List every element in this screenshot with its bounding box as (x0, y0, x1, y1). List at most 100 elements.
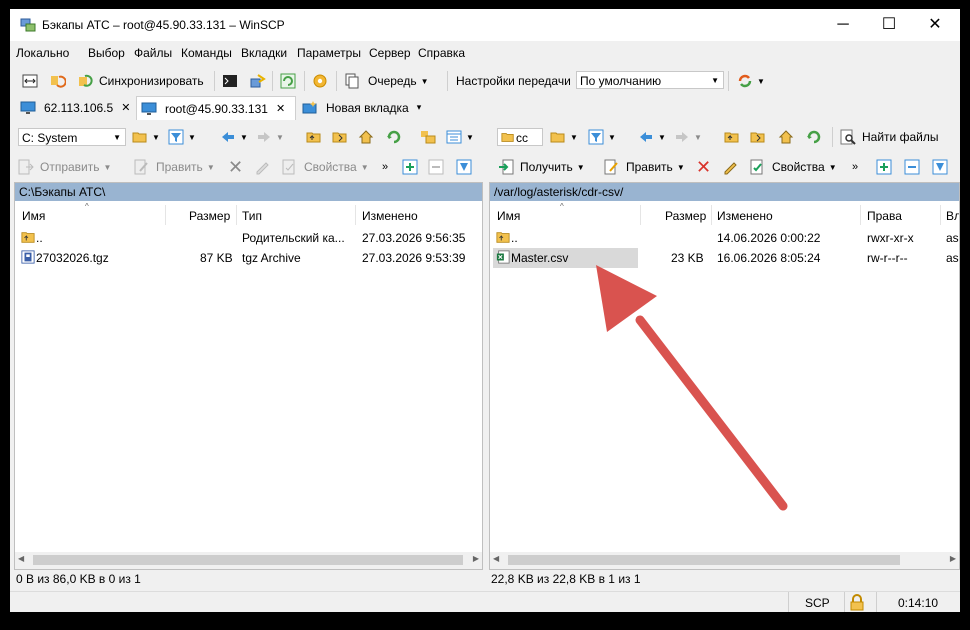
toolbar-separator (304, 71, 305, 91)
scroll-thumb[interactable] (508, 555, 900, 565)
right-selection-status: 22,8 KB из 22,8 KB в 1 из 1 (491, 572, 641, 586)
transfer-preset-select[interactable]: По умолчанию ▼ (576, 71, 724, 89)
delete-icon: ✕ (696, 156, 712, 177)
toolbar-separator (336, 71, 337, 91)
right-open-dir-button[interactable]: ▼ (550, 126, 578, 148)
tab-label: root@45.90.33.131 (165, 101, 268, 116)
right-horizontal-scrollbar[interactable]: ◀ ▶ (490, 552, 959, 569)
file-owner: as (946, 251, 959, 265)
more-icon: » (852, 161, 859, 173)
maximize-button[interactable]: ☐ (866, 9, 912, 41)
col-header-size[interactable]: Размер (665, 209, 706, 223)
right-filter-select-button[interactable] (932, 156, 948, 178)
file-owner: as (946, 231, 959, 245)
col-header-type[interactable]: Тип (242, 209, 262, 223)
close-button[interactable]: ✕ (912, 9, 958, 41)
right-back-button[interactable]: ▼ (638, 126, 666, 148)
menu-local[interactable]: Локально (16, 46, 69, 60)
col-header-modified[interactable]: Изменено (362, 209, 418, 223)
monitor-icon (20, 101, 36, 114)
chevron-down-icon: ▼ (576, 162, 585, 172)
menu-commands[interactable]: Команды (181, 46, 232, 60)
properties-icon (750, 159, 763, 175)
sync-browse-button[interactable] (50, 70, 66, 92)
find-files-icon (840, 129, 856, 145)
file-modified: 14.06.2026 0:00:22 (717, 231, 821, 245)
file-modified: 27.03.2026 9:53:39 (362, 251, 466, 265)
right-forward-button[interactable]: ▼ (674, 126, 702, 148)
menu-server[interactable]: Сервер (369, 46, 411, 60)
status-divider (844, 592, 845, 612)
file-size: 23 KB (671, 251, 704, 265)
synchronize-button[interactable]: Синхронизировать (78, 70, 204, 92)
col-header-name[interactable]: Имя (497, 209, 520, 223)
table-row[interactable]: Master.csv 23 KB 16.06.2026 8:05:24 rw-r… (490, 248, 959, 268)
putty-button[interactable] (250, 70, 266, 92)
file-type: tgz Archive (242, 251, 301, 265)
col-header-size[interactable]: Размер (189, 209, 230, 223)
protocol-indicator: SCP (805, 596, 830, 610)
chevron-down-icon: ▼ (757, 76, 765, 86)
transfer-options-button[interactable]: ▼ (737, 70, 765, 92)
folder-open-icon (550, 132, 565, 143)
menu-tabs[interactable]: Вкладки (241, 46, 287, 60)
queue-button[interactable]: Очередь ▼ (344, 70, 429, 92)
right-refresh-button[interactable] (806, 126, 822, 148)
close-tab-icon[interactable]: ✕ (276, 102, 285, 115)
table-row[interactable]: .. Родительский ка... 27.03.2026 9:56:35 (15, 228, 482, 248)
scroll-right-icon: ▶ (472, 554, 479, 563)
right-edit-button[interactable]: Править ▼ (604, 156, 685, 178)
right-toolbar-more[interactable]: » (852, 156, 858, 178)
left-path-bar[interactable]: C:\Бэкапы АТС\ (15, 183, 482, 201)
find-files-label: Найти файлы (862, 130, 939, 144)
right-action-toolbar: Получить ▼ Править ▼ ✕ Свойства ▼ » (10, 156, 960, 178)
right-delete-button[interactable]: ✕ (696, 156, 711, 178)
tab-new[interactable]: Новая вкладка ▾ (298, 96, 432, 119)
close-tab-icon[interactable]: ✕ (121, 101, 130, 114)
col-header-owner[interactable]: Вл (946, 209, 959, 223)
filter-icon (932, 159, 948, 175)
tab-session-62[interactable]: 62.113.106.5 ✕ (16, 96, 134, 119)
column-divider (640, 205, 641, 225)
table-row[interactable]: .. 14.06.2026 0:00:22 rwxr-xr-x as (490, 228, 959, 248)
file-name: Master.csv (511, 251, 569, 265)
table-row[interactable]: 27032026.tgz 87 KB tgz Archive 27.03.202… (15, 248, 482, 268)
download-button[interactable]: Получить ▼ (498, 156, 585, 178)
menu-help[interactable]: Справка (418, 46, 465, 60)
sort-asc-icon: ^ (85, 202, 89, 211)
col-header-name[interactable]: Имя (22, 209, 45, 223)
status-divider (876, 592, 877, 612)
refresh-session-button[interactable] (280, 70, 296, 92)
right-root-dir-button[interactable] (750, 126, 766, 148)
right-filter-button[interactable]: ▼ (588, 126, 616, 148)
right-properties-button[interactable]: Свойства ▼ (750, 156, 837, 178)
refresh-icon (807, 130, 821, 144)
right-unselect-button[interactable] (904, 156, 920, 178)
right-select-button[interactable] (876, 156, 892, 178)
find-files-button[interactable]: Найти файлы (840, 126, 938, 148)
right-rename-button[interactable] (722, 156, 738, 178)
properties-label: Свойства (772, 160, 825, 174)
right-path-bar[interactable]: /var/log/asterisk/cdr-csv/ (490, 183, 959, 201)
home-icon (778, 130, 794, 144)
left-horizontal-scrollbar[interactable]: ◀ ▶ (15, 552, 482, 569)
terminal-button[interactable] (222, 70, 238, 92)
preferences-button[interactable] (312, 70, 328, 92)
download-icon (499, 159, 514, 175)
compare-dirs-button[interactable] (22, 70, 38, 92)
right-home-button[interactable] (778, 126, 794, 148)
scroll-thumb[interactable] (33, 555, 463, 565)
tab-session-root[interactable]: root@45.90.33.131 ✕ (136, 96, 296, 120)
menu-options[interactable]: Параметры (297, 46, 361, 60)
col-header-rights[interactable]: Права (867, 209, 902, 223)
file-modified: 16.06.2026 8:05:24 (717, 251, 821, 265)
menu-files[interactable]: Файлы (134, 46, 172, 60)
menu-select[interactable]: Выбор (88, 46, 125, 60)
session-tabs: 62.113.106.5 ✕ root@45.90.33.131 ✕ Новая… (10, 95, 960, 120)
right-parent-dir-button[interactable] (724, 126, 740, 148)
minimize-button[interactable]: ─ (820, 9, 866, 41)
col-header-modified[interactable]: Изменено (717, 209, 773, 223)
right-path-select[interactable]: cc (497, 128, 543, 146)
terminal-icon (223, 75, 237, 87)
chevron-down-icon: ▼ (608, 132, 616, 142)
